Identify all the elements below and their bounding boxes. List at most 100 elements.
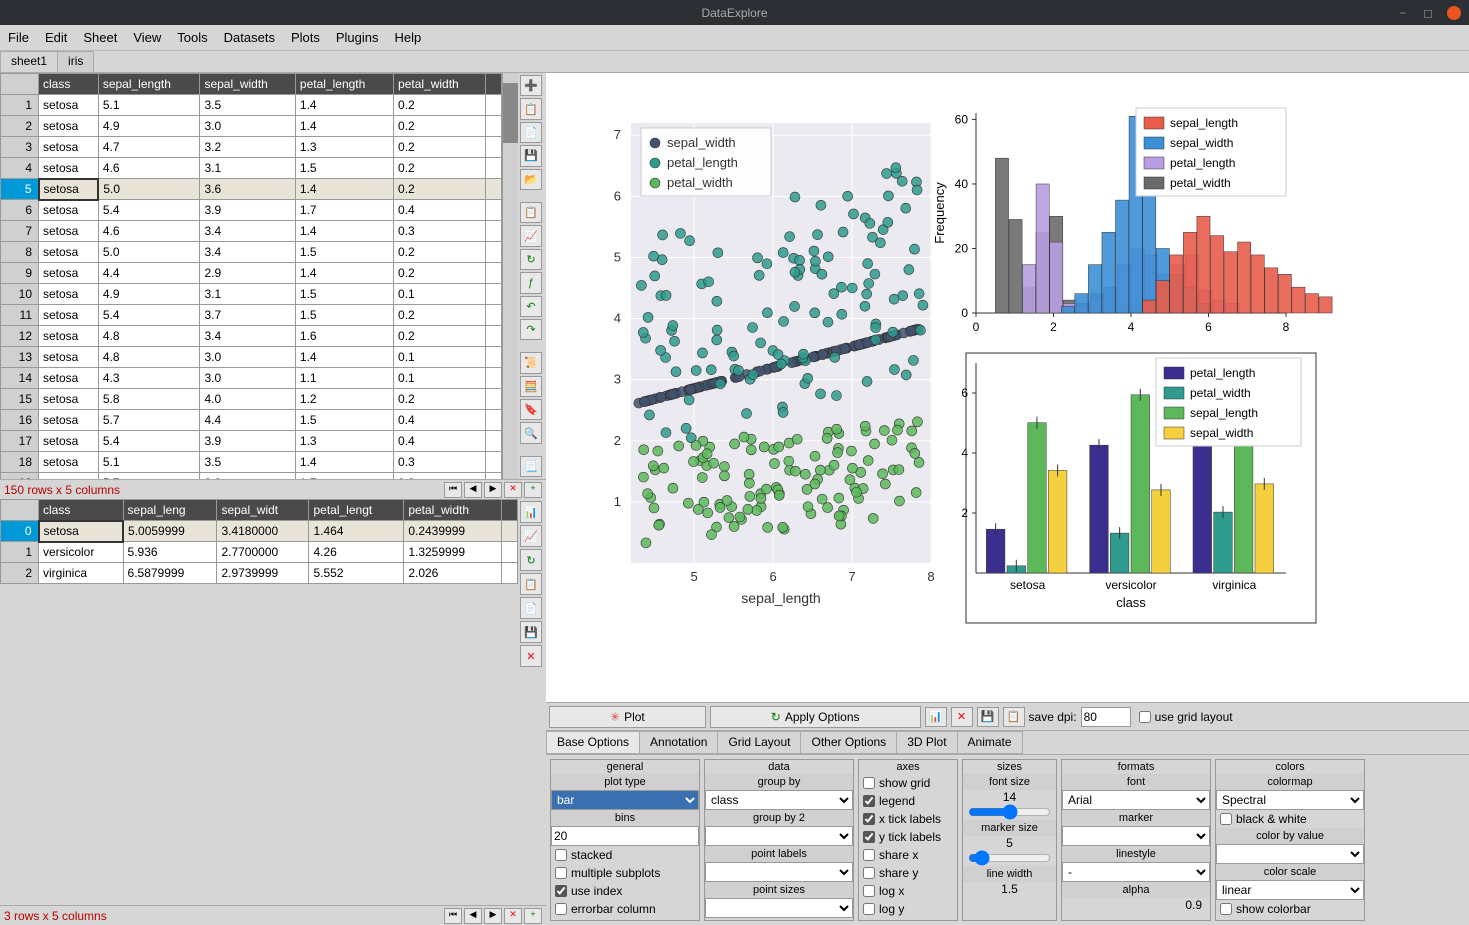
menu-tools[interactable]: Tools	[177, 30, 207, 45]
table-row[interactable]: 12setosa4.83.41.60.2	[1, 326, 502, 347]
table-row[interactable]: 14setosa4.33.01.10.1	[1, 368, 502, 389]
sum-refresh-icon[interactable]: ↻	[520, 549, 542, 571]
tool-calc-icon[interactable]: 🧮	[520, 376, 542, 397]
bw-check[interactable]: black & white	[1216, 810, 1364, 828]
menu-datasets[interactable]: Datasets	[224, 30, 275, 45]
save-dpi-input[interactable]	[1081, 707, 1131, 727]
sum-col-sepal_leng[interactable]: sepal_leng	[123, 500, 217, 521]
errorbar-check[interactable]: errorbar column	[551, 900, 699, 918]
tool-filter-icon[interactable]: 🔍	[520, 422, 542, 443]
font-size-slider[interactable]	[968, 804, 1052, 820]
menu-edit[interactable]: Edit	[45, 30, 67, 45]
table-row[interactable]: 6setosa5.43.91.70.4	[1, 200, 502, 221]
sum-nav-prev-icon[interactable]: ◀	[464, 908, 482, 924]
color-scale-select[interactable]: linear	[1216, 880, 1364, 900]
nav-add-icon[interactable]: +	[524, 482, 542, 498]
menu-plugins[interactable]: Plugins	[336, 30, 379, 45]
bins-input[interactable]	[551, 826, 699, 846]
tool-refresh-icon[interactable]: ↻	[520, 249, 542, 270]
nav-next-icon[interactable]: ▶	[484, 482, 502, 498]
sum-corner[interactable]	[1, 500, 39, 521]
tool-plot-line-icon[interactable]: 📈	[520, 225, 542, 246]
sum-copy-icon[interactable]: 📋	[520, 573, 542, 595]
main-col-petal_width[interactable]: petal_width	[394, 74, 486, 95]
main-col-petal_length[interactable]: petal_length	[295, 74, 393, 95]
nav-first-icon[interactable]: ⏮	[444, 482, 462, 498]
main-col-class[interactable]: class	[39, 74, 99, 95]
tool-doc-icon[interactable]: 📃	[520, 456, 542, 477]
sharey-check[interactable]: share y	[859, 864, 957, 882]
table-row[interactable]: 10setosa4.93.11.50.1	[1, 284, 502, 305]
font-select[interactable]: Arial	[1062, 790, 1210, 810]
show-colorbar-check[interactable]: show colorbar	[1216, 900, 1364, 918]
show-grid-check[interactable]: show grid	[859, 774, 957, 792]
table-row[interactable]: 2setosa4.93.01.40.2	[1, 116, 502, 137]
tool-save-icon[interactable]: 💾	[520, 145, 542, 166]
table-row[interactable]: 16setosa5.74.41.50.4	[1, 410, 502, 431]
sum-nav-next-icon[interactable]: ▶	[484, 908, 502, 924]
sum-save-icon[interactable]: 💾	[520, 621, 542, 643]
sum-line-icon[interactable]: 📈	[520, 525, 542, 547]
plot-tab-other-options[interactable]: Other Options	[800, 731, 897, 754]
table-row[interactable]: 1versicolor5.9362.77000004.261.3259999	[1, 542, 518, 563]
sum-col-petal_lengt[interactable]: petal_lengt	[309, 500, 404, 521]
legend-check[interactable]: legend	[859, 792, 957, 810]
tool-redo-icon[interactable]: ↷	[520, 319, 542, 340]
colormap-select[interactable]: Spectral	[1216, 790, 1364, 810]
save-plot-icon[interactable]: 💾	[977, 707, 999, 727]
minimize-icon[interactable]: −	[1399, 6, 1413, 20]
table-row[interactable]: 3setosa4.73.21.30.2	[1, 137, 502, 158]
plot-tab-animate[interactable]: Animate	[957, 731, 1023, 754]
logx-check[interactable]: log x	[859, 882, 957, 900]
main-col-sepal_width[interactable]: sepal_width	[200, 74, 295, 95]
use-index-check[interactable]: use index	[551, 882, 699, 900]
color-by-value-select[interactable]	[1216, 844, 1364, 864]
plot-tab-annotation[interactable]: Annotation	[639, 731, 718, 754]
sum-paste-icon[interactable]: 📄	[520, 597, 542, 619]
tool-add-row-icon[interactable]: ➕	[520, 75, 542, 96]
nav-prev-icon[interactable]: ◀	[464, 482, 482, 498]
sum-col-sepal_widt[interactable]: sepal_widt	[217, 500, 309, 521]
plot-tab-3d-plot[interactable]: 3D Plot	[896, 731, 957, 754]
menu-sheet[interactable]: Sheet	[83, 30, 117, 45]
linestyle-select[interactable]: -	[1062, 862, 1210, 882]
main-col-sepal_length[interactable]: sepal_length	[98, 74, 200, 95]
table-row[interactable]: 0setosa5.00599993.41800001.4640.2439999	[1, 521, 518, 542]
point-sizes-select[interactable]	[705, 898, 853, 918]
table-row[interactable]: 13setosa4.83.01.40.1	[1, 347, 502, 368]
logy-check[interactable]: log y	[859, 900, 957, 918]
tool-undo-icon[interactable]: ↶	[520, 296, 542, 317]
xtick-check[interactable]: x tick labels	[859, 810, 957, 828]
close-icon[interactable]	[1447, 6, 1461, 20]
table-row[interactable]: 4setosa4.63.11.50.2	[1, 158, 502, 179]
tool-tag-icon[interactable]: 🔖	[520, 399, 542, 420]
table-row[interactable]: 17setosa5.43.91.30.4	[1, 431, 502, 452]
sharex-check[interactable]: share x	[859, 846, 957, 864]
menu-file[interactable]: File	[8, 30, 29, 45]
menu-view[interactable]: View	[133, 30, 161, 45]
marker-select[interactable]	[1062, 826, 1210, 846]
plot-button[interactable]: ✳Plot	[549, 706, 706, 728]
main-corner[interactable]	[1, 74, 39, 95]
point-labels-select[interactable]	[705, 862, 853, 882]
nav-close-icon[interactable]: ✕	[504, 482, 522, 498]
table-row[interactable]: 1setosa5.13.51.40.2	[1, 95, 502, 116]
tool-copy2-icon[interactable]: 📋	[520, 202, 542, 223]
table-row[interactable]: 11setosa5.43.71.50.2	[1, 305, 502, 326]
tool-paste-icon[interactable]: 📄	[520, 122, 542, 143]
table-row[interactable]: 19setosa5.73.81.70.3	[1, 473, 502, 480]
copy-plot-icon[interactable]: 📋	[1003, 707, 1025, 727]
apply-options-button[interactable]: ↻Apply Options	[710, 706, 921, 728]
table-row[interactable]: 5setosa5.03.61.40.2	[1, 179, 502, 200]
plot-tab-grid-layout[interactable]: Grid Layout	[717, 731, 801, 754]
summary-table[interactable]: classsepal_lengsepal_widtpetal_lengtpeta…	[0, 499, 518, 584]
tool-script-icon[interactable]: 📜	[520, 352, 542, 373]
tool-copy-icon[interactable]: 📋	[520, 98, 542, 119]
chart-icon[interactable]: 📊	[925, 707, 947, 727]
main-vscrollbar[interactable]	[502, 73, 518, 479]
tool-function-icon[interactable]: ƒ	[520, 272, 542, 293]
menu-help[interactable]: Help	[395, 30, 422, 45]
plot-tab-base-options[interactable]: Base Options	[546, 731, 640, 754]
group-by-2-select[interactable]	[705, 826, 853, 846]
table-row[interactable]: 2virginica6.58799992.97399995.5522.026	[1, 563, 518, 584]
